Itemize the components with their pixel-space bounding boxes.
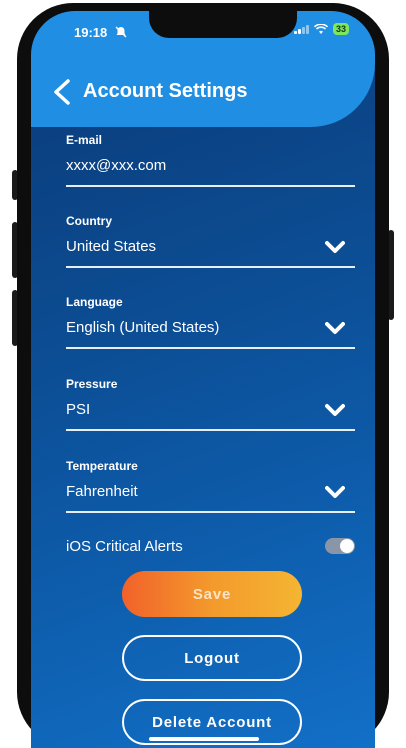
critical-alerts-toggle[interactable] bbox=[325, 538, 355, 554]
app-screen: 19:18 33 Account Settings E-mail xxxx@xx… bbox=[31, 11, 375, 748]
language-value[interactable]: English (United States) bbox=[66, 319, 219, 336]
email-label: E-mail bbox=[66, 133, 103, 147]
cellular-signal-icon bbox=[293, 24, 309, 34]
pressure-label: Pressure bbox=[66, 377, 118, 391]
chevron-down-icon[interactable] bbox=[325, 240, 345, 254]
home-indicator bbox=[149, 737, 259, 741]
status-time: 19:18 bbox=[74, 25, 108, 40]
country-underline bbox=[66, 266, 355, 268]
camera-notch bbox=[149, 11, 297, 38]
temperature-label: Temperature bbox=[66, 459, 138, 473]
temperature-value[interactable]: Fahrenheit bbox=[66, 483, 138, 500]
save-button[interactable]: Save bbox=[122, 571, 302, 617]
logout-button[interactable]: Logout bbox=[122, 635, 302, 681]
do-not-disturb-icon bbox=[115, 26, 127, 38]
critical-alerts-row: iOS Critical Alerts bbox=[66, 536, 355, 556]
toggle-knob bbox=[340, 539, 354, 553]
pressure-value[interactable]: PSI bbox=[66, 401, 90, 418]
language-underline bbox=[66, 347, 355, 349]
chevron-down-icon[interactable] bbox=[325, 485, 345, 499]
pressure-underline bbox=[66, 429, 355, 431]
chevron-down-icon[interactable] bbox=[325, 321, 345, 335]
critical-alerts-label: iOS Critical Alerts bbox=[66, 538, 183, 555]
country-label: Country bbox=[66, 214, 112, 228]
back-chevron-icon[interactable] bbox=[51, 79, 73, 105]
email-underline bbox=[66, 185, 355, 187]
page-title: Account Settings bbox=[83, 80, 248, 102]
language-label: Language bbox=[66, 295, 123, 309]
status-icons: 33 bbox=[293, 23, 349, 35]
temperature-underline bbox=[66, 511, 355, 513]
battery-icon: 33 bbox=[332, 23, 349, 35]
wifi-icon bbox=[313, 23, 328, 34]
country-value[interactable]: United States bbox=[66, 238, 156, 255]
chevron-down-icon[interactable] bbox=[325, 403, 345, 417]
email-value[interactable]: xxxx@xxx.com bbox=[66, 157, 166, 174]
phone-device: 19:18 33 Account Settings E-mail xxxx@xx… bbox=[0, 0, 406, 748]
